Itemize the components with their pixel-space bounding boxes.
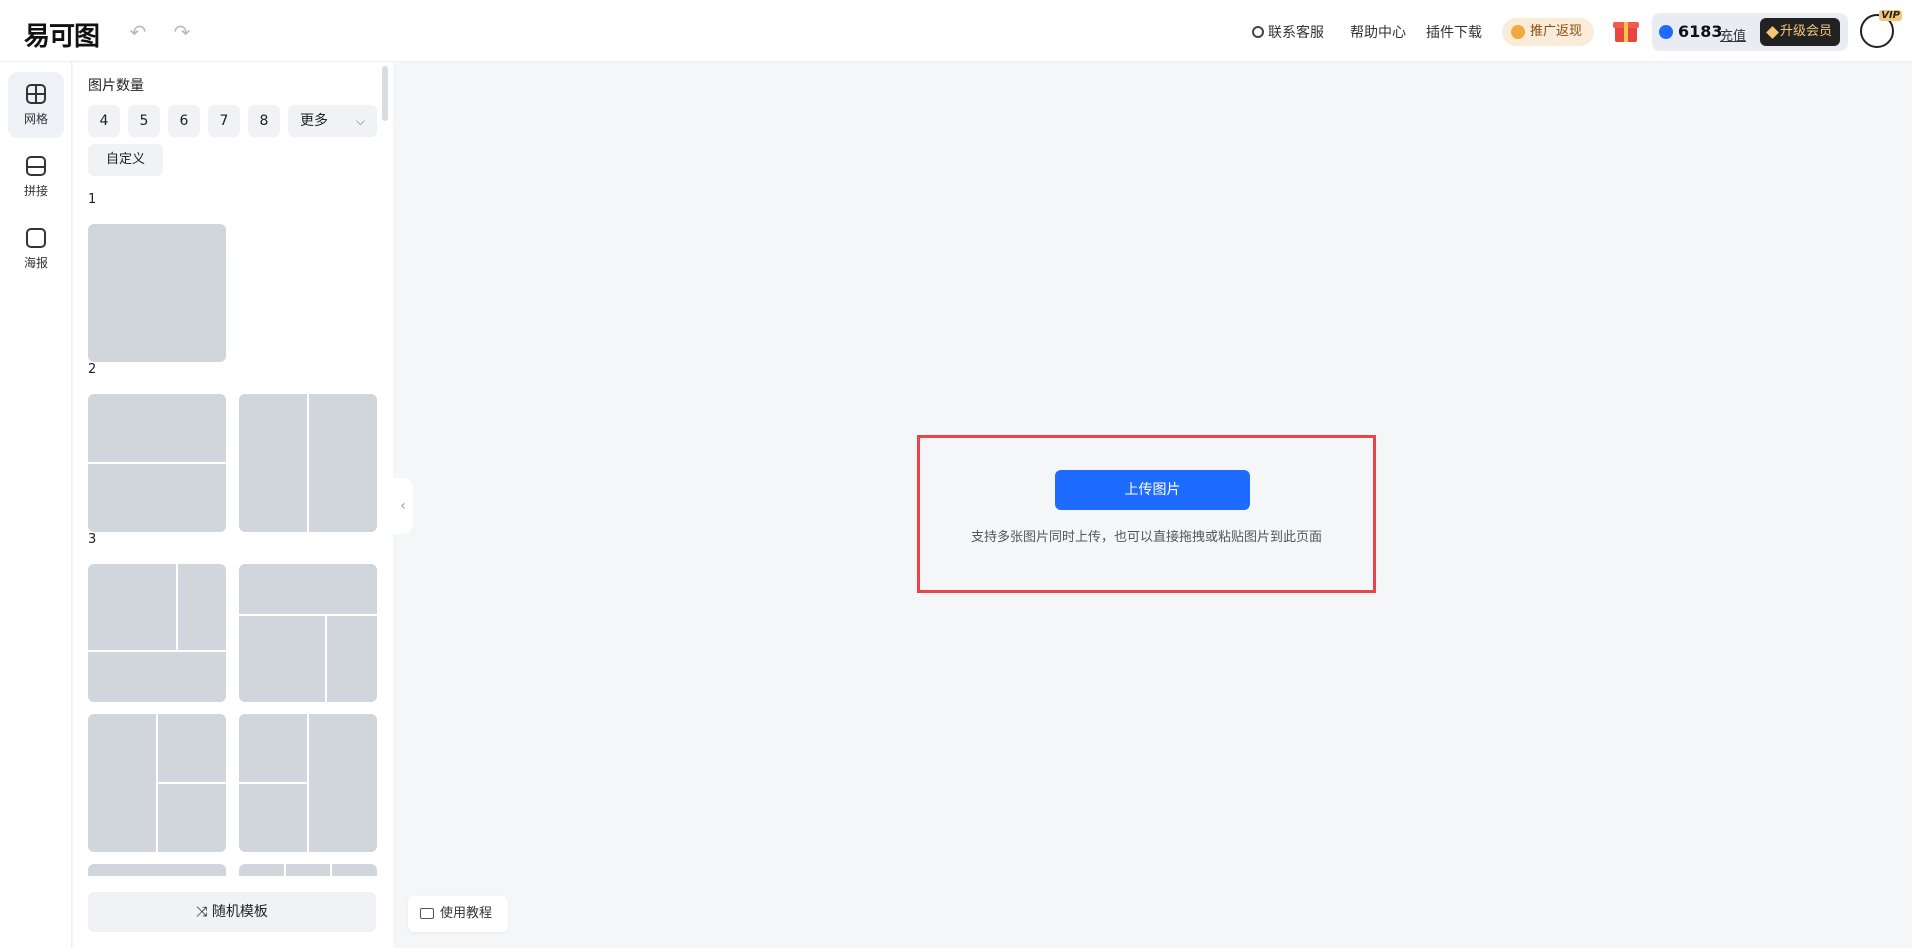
layout-template[interactable] <box>239 864 377 876</box>
rail-item-label: 拼接 <box>23 184 48 198</box>
count-option-6[interactable]: 6 <box>168 105 200 137</box>
count-option-5[interactable]: 5 <box>128 105 160 137</box>
layout-template[interactable] <box>88 714 226 852</box>
upload-hint-text: 支持多张图片同时上传，也可以直接拖拽或粘贴图片到此页面 <box>970 530 1322 545</box>
credit-icon <box>1659 25 1673 39</box>
layout-template[interactable] <box>239 564 377 702</box>
layout-template[interactable] <box>88 864 226 876</box>
vip-badge: VIP <box>1879 10 1902 21</box>
coin-icon <box>1511 25 1525 39</box>
promo-cashback-button[interactable]: 推广返现 <box>1502 18 1594 46</box>
undo-icon[interactable]: ↶ <box>126 20 150 44</box>
shuffle-icon: ⤨ <box>196 904 208 920</box>
poster-icon <box>26 228 46 248</box>
count-option-8[interactable]: 8 <box>248 105 280 137</box>
layout-template[interactable] <box>88 394 226 532</box>
contact-support-link[interactable]: 联系客服 <box>1252 22 1324 42</box>
credit-count: 6183 <box>1678 22 1723 41</box>
more-count-select[interactable]: 更多 ⌵ <box>288 105 377 137</box>
collapse-panel-button[interactable]: ‹ <box>393 478 413 534</box>
group-label-3: 3 <box>88 532 97 547</box>
plugin-download-link[interactable]: 插件下载 <box>1426 22 1482 42</box>
layout-template[interactable] <box>239 394 377 532</box>
panel-scrollbar[interactable] <box>382 66 388 121</box>
avatar[interactable]: VIP <box>1860 10 1902 48</box>
group-label-1: 1 <box>88 192 97 207</box>
tutorial-button[interactable]: 使用教程 <box>408 896 508 932</box>
rail-item-label: 海报 <box>23 256 48 270</box>
group-label-2: 2 <box>88 362 97 377</box>
upload-image-button[interactable]: 上传图片 <box>1055 470 1250 510</box>
left-rail: 网格 拼接 海报 <box>0 62 72 948</box>
count-option-7[interactable]: 7 <box>208 105 240 137</box>
recharge-link[interactable]: 充值 <box>1720 25 1746 44</box>
book-icon <box>420 908 434 919</box>
chevron-down-icon: ⌵ <box>355 114 365 128</box>
headset-icon <box>1252 26 1264 38</box>
gift-icon[interactable] <box>1613 17 1639 43</box>
template-panel: 图片数量 4 5 6 7 8 更多 ⌵ 自定义 1 2 3 ⤨ 随机模板 <box>73 62 393 948</box>
layout-template[interactable] <box>88 224 226 362</box>
help-center-link[interactable]: 帮助中心 <box>1350 22 1406 42</box>
stitch-icon <box>26 156 46 176</box>
top-bar: 易可图 ↶ ↷ 联系客服 帮助中心 插件下载 推广返现 6183 充值 升级会员… <box>0 0 1912 62</box>
image-count-title: 图片数量 <box>88 78 144 94</box>
app-logo[interactable]: 易可图 <box>24 16 100 53</box>
credits-panel: 6183 充值 升级会员 <box>1652 13 1848 51</box>
rail-item-poster[interactable]: 海报 <box>8 216 64 282</box>
rail-item-grid[interactable]: 网格 <box>8 72 64 138</box>
upgrade-member-button[interactable]: 升级会员 <box>1760 18 1840 46</box>
layout-template[interactable] <box>88 564 226 702</box>
upload-dropzone[interactable]: 上传图片 支持多张图片同时上传，也可以直接拖拽或粘贴图片到此页面 <box>917 435 1376 593</box>
redo-icon[interactable]: ↷ <box>170 20 194 44</box>
rail-item-stitch[interactable]: 拼接 <box>8 144 64 210</box>
rail-item-label: 网格 <box>23 112 48 126</box>
layout-template[interactable] <box>239 714 377 852</box>
count-option-4[interactable]: 4 <box>88 105 120 137</box>
random-template-button[interactable]: ⤨ 随机模板 <box>88 892 376 932</box>
grid-icon <box>26 84 46 104</box>
chevron-left-icon: ‹ <box>400 498 406 514</box>
custom-count-button[interactable]: 自定义 <box>88 144 163 176</box>
